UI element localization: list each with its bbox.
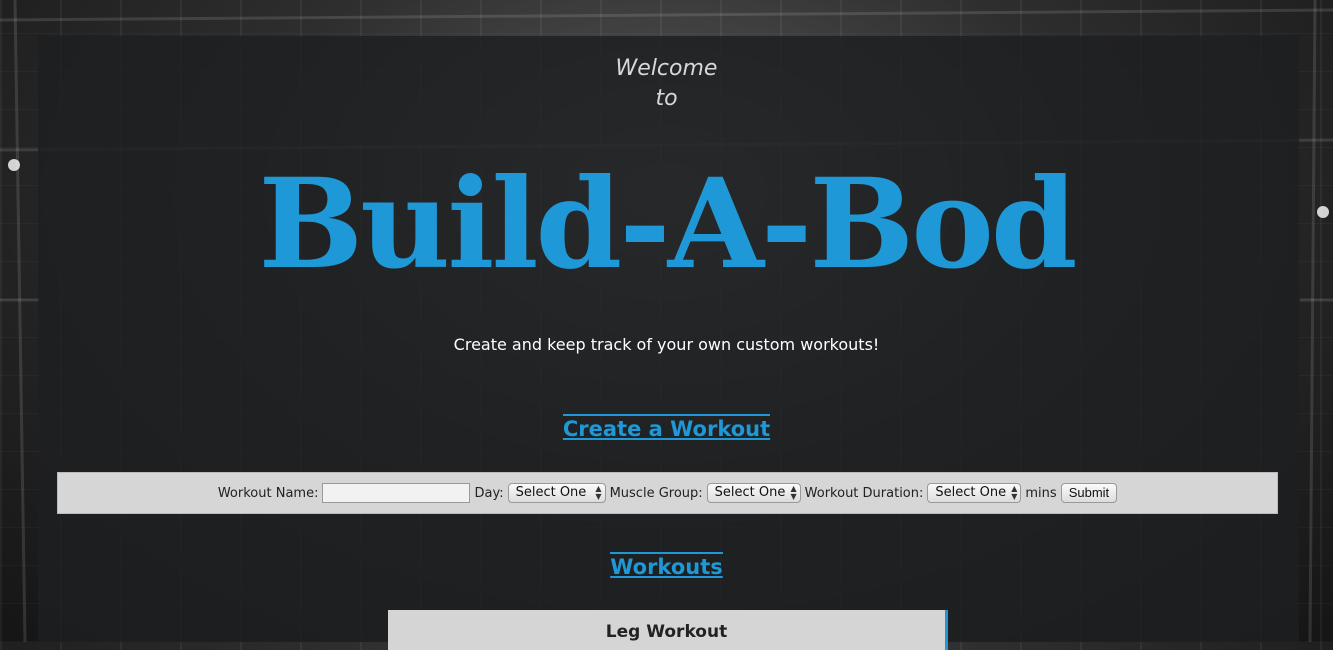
day-label: Day: [474, 485, 504, 501]
select-arrows-icon: ▲ ▼ [595, 484, 602, 501]
workout-card[interactable]: Leg Workout [388, 610, 948, 650]
workouts-heading: Workouts [0, 552, 1333, 579]
create-workout-heading: Create a Workout [0, 414, 1333, 441]
muscle-group-select[interactable]: Select One ▲ ▼ [706, 483, 801, 503]
app-title: Build-A-Bod [258, 152, 1077, 297]
workout-duration-select[interactable]: Select One ▲ ▼ [927, 483, 1022, 503]
day-select-value: Select One [515, 485, 587, 500]
duration-unit-label: mins [1025, 485, 1057, 501]
welcome-text: Welcome to [0, 54, 1333, 114]
select-arrows-icon: ▲ ▼ [790, 484, 797, 501]
muscle-group-select-value: Select One [714, 485, 786, 500]
day-select[interactable]: Select One ▲ ▼ [507, 483, 606, 503]
create-workout-form: Workout Name: Day: Select One ▲ ▼ Muscle … [57, 472, 1278, 514]
submit-button[interactable]: Submit [1060, 483, 1118, 503]
welcome-line-1: Welcome [615, 56, 718, 81]
workout-card-title: Leg Workout [605, 622, 728, 642]
workout-name-input[interactable] [322, 483, 471, 503]
workout-name-label: Workout Name: [217, 485, 319, 501]
muscle-group-label: Muscle Group: [609, 485, 703, 501]
welcome-line-2: to [655, 86, 678, 111]
tagline: Create and keep track of your own custom… [453, 335, 880, 354]
create-workout-heading-text: Create a Workout [562, 414, 771, 441]
workout-duration-select-value: Select One [935, 485, 1007, 500]
workouts-heading-text: Workouts [610, 552, 723, 579]
workout-duration-label: Workout Duration: [804, 485, 924, 501]
select-arrows-icon: ▲ ▼ [1011, 484, 1018, 501]
